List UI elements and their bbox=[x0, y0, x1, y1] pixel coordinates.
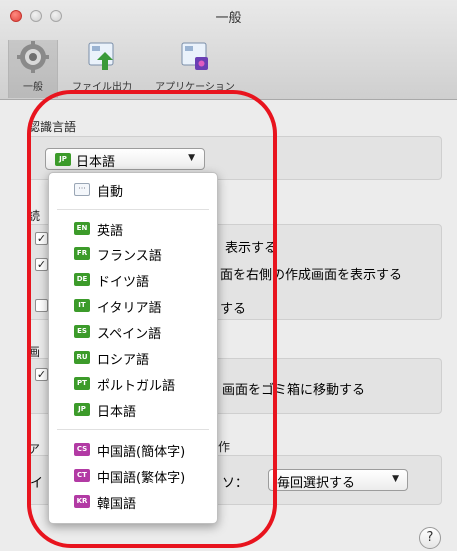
display-option-3-text: する bbox=[220, 302, 247, 317]
menu-item-label: ロシア語 bbox=[97, 353, 150, 368]
menu-item-chinese-traditional[interactable]: CT 中国語(繁体字) bbox=[49, 465, 217, 487]
menu-item-russian[interactable]: RU ロシア語 bbox=[49, 347, 217, 369]
menu-item-label: フランス語 bbox=[97, 249, 162, 264]
toolbar-label-general: 一般 bbox=[23, 82, 43, 93]
chevron-down-icon: ▼ bbox=[188, 153, 195, 163]
menu-item-label: 自動 bbox=[97, 185, 124, 200]
section-2-label-fragment: 読 bbox=[28, 209, 41, 223]
menu-item-label: 韓国語 bbox=[97, 497, 137, 512]
fr-flag-icon: FR bbox=[74, 247, 90, 260]
display-option-2-text: 面を右側の作成画面を表示する bbox=[220, 268, 403, 283]
help-button[interactable]: ? bbox=[419, 527, 441, 549]
file-export-icon bbox=[88, 42, 114, 70]
titlebar: 一般 一般 ファイル出力 アプリケーション bbox=[0, 0, 457, 100]
menu-item-label: ドイツ語 bbox=[97, 275, 150, 290]
menu-separator bbox=[57, 429, 209, 430]
language-dropdown-menu: ··· 自動 EN 英語 FR フランス語 DE ドイツ語 IT イタリア語 E… bbox=[48, 172, 218, 524]
de-flag-icon: DE bbox=[74, 273, 90, 286]
recognition-language-value: 日本語 bbox=[76, 155, 116, 170]
toolbar-tab-file-export[interactable]: ファイル出力 bbox=[62, 40, 142, 98]
menu-item-german[interactable]: DE ドイツ語 bbox=[49, 269, 217, 291]
ct-flag-icon: CT bbox=[74, 469, 90, 482]
pt-flag-icon: PT bbox=[74, 377, 90, 390]
auto-icon: ··· bbox=[74, 183, 90, 196]
menu-item-french[interactable]: FR フランス語 bbox=[49, 243, 217, 265]
application-icon bbox=[181, 42, 208, 70]
chevron-down-icon: ▼ bbox=[392, 474, 399, 484]
jp-flag-icon: JP bbox=[74, 403, 90, 416]
action-popup-value: 毎回選択する bbox=[277, 476, 356, 491]
toolbar-tab-application[interactable]: アプリケーション bbox=[145, 40, 245, 98]
menu-item-label: 英語 bbox=[97, 224, 124, 239]
jp-flag-icon: JP bbox=[55, 153, 71, 166]
gear-icon bbox=[17, 41, 49, 73]
menu-item-label: 日本語 bbox=[97, 405, 137, 420]
menu-item-chinese-simplified[interactable]: CS 中国語(簡体字) bbox=[49, 439, 217, 461]
checkbox-1[interactable]: ✓ bbox=[35, 232, 48, 245]
menu-item-auto[interactable]: ··· 自動 bbox=[49, 179, 217, 201]
checkbox-2[interactable]: ✓ bbox=[35, 258, 48, 271]
action-popup[interactable]: 毎回選択する ▼ bbox=[268, 469, 408, 491]
recognition-language-popup[interactable]: JP 日本語 ▼ bbox=[45, 148, 205, 170]
menu-item-japanese[interactable]: JP 日本語 bbox=[49, 399, 217, 421]
checkbox-4[interactable]: ✓ bbox=[35, 368, 48, 381]
cs-flag-icon: CS bbox=[74, 443, 90, 456]
es-flag-icon: ES bbox=[74, 325, 90, 338]
menu-item-label: イタリア語 bbox=[97, 301, 162, 316]
toolbar-tab-general[interactable]: 一般 bbox=[8, 40, 58, 98]
section-4-label-tail: 作 bbox=[218, 440, 231, 454]
toolbar-label-file-export: ファイル出力 bbox=[72, 82, 132, 93]
action-label-tail: ソ： bbox=[222, 476, 249, 491]
checkbox-3[interactable] bbox=[35, 299, 48, 312]
window-title: 一般 bbox=[215, 11, 242, 26]
menu-item-label: 中国語(繁体字) bbox=[97, 471, 186, 486]
menu-item-english[interactable]: EN 英語 bbox=[49, 218, 217, 240]
kr-flag-icon: KR bbox=[74, 495, 90, 508]
menu-item-label: 中国語(簡体字) bbox=[97, 445, 186, 460]
recognition-language-label: 認識言語 bbox=[28, 120, 77, 134]
display-option-1-text: 表示する bbox=[225, 241, 278, 256]
en-flag-icon: EN bbox=[74, 222, 90, 235]
ru-flag-icon: RU bbox=[74, 351, 90, 364]
menu-item-portuguese[interactable]: PT ポルトガル語 bbox=[49, 373, 217, 395]
action-label-fragment: イ bbox=[30, 476, 44, 491]
menu-item-italian[interactable]: IT イタリア語 bbox=[49, 295, 217, 317]
menu-item-spanish[interactable]: ES スペイン語 bbox=[49, 321, 217, 343]
trash-option-text: 画面をゴミ箱に移動する bbox=[222, 383, 366, 398]
menu-separator bbox=[57, 209, 209, 210]
preferences-window: 一般 一般 ファイル出力 アプリケーション 認識言語 JP 日本語 ▼ 読 ✓ … bbox=[0, 0, 457, 551]
menu-item-korean[interactable]: KR 韓国語 bbox=[49, 491, 217, 513]
menu-item-label: スペイン語 bbox=[97, 327, 162, 342]
toolbar-label-application: アプリケーション bbox=[155, 82, 235, 93]
it-flag-icon: IT bbox=[74, 299, 90, 312]
menu-item-label: ポルトガル語 bbox=[97, 379, 176, 394]
